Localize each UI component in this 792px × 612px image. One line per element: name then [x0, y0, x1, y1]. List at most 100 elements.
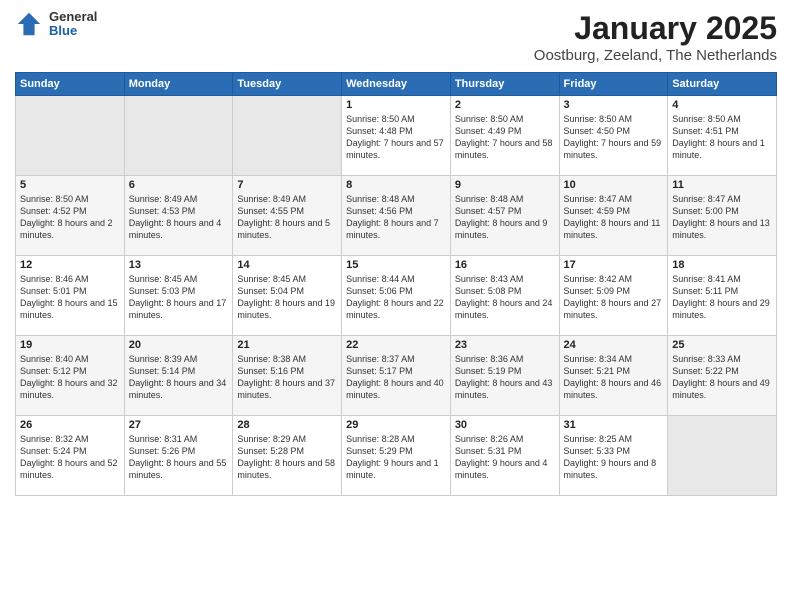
day-number: 26: [20, 419, 120, 431]
calendar-cell: 16 Sunrise: 8:43 AMSunset: 5:08 PMDayligh…: [450, 256, 559, 336]
calendar-cell: 23 Sunrise: 8:36 AMSunset: 5:19 PMDayligh…: [450, 336, 559, 416]
cell-text: Sunrise: 8:47 AMSunset: 4:59 PMDaylight:…: [564, 193, 664, 242]
day-number: 2: [455, 99, 555, 111]
cell-text: Sunrise: 8:34 AMSunset: 5:21 PMDaylight:…: [564, 353, 664, 402]
calendar-cell: 28Sunrise: 8:29 AMSunset: 5:28 PMDayligh…: [233, 416, 342, 496]
logo-general: General: [49, 10, 97, 24]
cell-text: Sunrise: 8:42 AMSunset: 5:09 PMDaylight:…: [564, 273, 664, 322]
calendar-week-5: 26 Sunrise: 8:32 AMSunset: 5:24 PMDayligh…: [16, 416, 777, 496]
calendar-cell: 2 Sunrise: 8:50 AMSunset: 4:49 PMDaylight…: [450, 96, 559, 176]
cell-text: Sunrise: 8:31 AMSunset: 5:26 PMDaylight:…: [129, 433, 229, 482]
calendar-cell: 4 Sunrise: 8:50 AMSunset: 4:51 PMDaylight…: [668, 96, 777, 176]
day-number: 8: [346, 179, 446, 191]
cell-text: Sunrise: 8:50 AMSunset: 4:49 PMDaylight:…: [455, 113, 555, 162]
cell-text: Sunrise: 8:45 AMSunset: 5:04 PMDaylight:…: [237, 273, 337, 322]
day-number: 1: [346, 99, 446, 111]
cell-text: Sunrise: 8:47 AMSunset: 5:00 PMDaylight:…: [672, 193, 772, 242]
day-number: 29: [346, 419, 446, 431]
calendar-cell: 29 Sunrise: 8:28 AMSunset: 5:29 PMDayligh…: [342, 416, 451, 496]
calendar-week-4: 19 Sunrise: 8:40 AMSunset: 5:12 PMDayligh…: [16, 336, 777, 416]
calendar-cell: 5Sunrise: 8:50 AMSunset: 4:52 PMDaylight…: [16, 176, 125, 256]
calendar-cell: 21 Sunrise: 8:38 AMSunset: 5:16 PMDayligh…: [233, 336, 342, 416]
day-number: 21: [237, 339, 337, 351]
weekday-header-friday: Friday: [559, 73, 668, 96]
day-number: 4: [672, 99, 772, 111]
calendar-cell: 14Sunrise: 8:45 AMSunset: 5:04 PMDayligh…: [233, 256, 342, 336]
day-number: 3: [564, 99, 664, 111]
cell-text: Sunrise: 8:33 AMSunset: 5:22 PMDaylight:…: [672, 353, 772, 402]
weekday-row: SundayMondayTuesdayWednesdayThursdayFrid…: [16, 73, 777, 96]
day-number: 28: [237, 419, 337, 431]
day-number: 24: [564, 339, 664, 351]
day-number: 12: [20, 259, 120, 271]
cell-text: Sunrise: 8:50 AMSunset: 4:52 PMDaylight:…: [20, 193, 120, 242]
cell-text: Sunrise: 8:38 AMSunset: 5:16 PMDaylight:…: [237, 353, 337, 402]
calendar-cell: 13Sunrise: 8:45 AMSunset: 5:03 PMDayligh…: [124, 256, 233, 336]
day-number: 31: [564, 419, 664, 431]
logo-blue: Blue: [49, 24, 97, 38]
month-title: January 2025: [534, 10, 777, 47]
cell-text: Sunrise: 8:28 AMSunset: 5:29 PMDaylight:…: [346, 433, 446, 482]
day-number: 15: [346, 259, 446, 271]
cell-text: Sunrise: 8:25 AMSunset: 5:33 PMDaylight:…: [564, 433, 664, 482]
day-number: 9: [455, 179, 555, 191]
logo: General Blue: [15, 10, 97, 39]
calendar-cell: 15 Sunrise: 8:44 AMSunset: 5:06 PMDayligh…: [342, 256, 451, 336]
calendar-cell: 22Sunrise: 8:37 AMSunset: 5:17 PMDayligh…: [342, 336, 451, 416]
calendar-cell: 9 Sunrise: 8:48 AMSunset: 4:57 PMDaylight…: [450, 176, 559, 256]
day-number: 16: [455, 259, 555, 271]
page-header: General Blue January 2025 Oostburg, Zeel…: [15, 10, 777, 64]
cell-text: Sunrise: 8:36 AMSunset: 5:19 PMDaylight:…: [455, 353, 555, 402]
cell-text: Sunrise: 8:48 AMSunset: 4:57 PMDaylight:…: [455, 193, 555, 242]
calendar-cell: 19 Sunrise: 8:40 AMSunset: 5:12 PMDayligh…: [16, 336, 125, 416]
calendar-cell: [16, 96, 125, 176]
cell-text: Sunrise: 8:50 AMSunset: 4:51 PMDaylight:…: [672, 113, 772, 162]
calendar-cell: 17 Sunrise: 8:42 AMSunset: 5:09 PMDayligh…: [559, 256, 668, 336]
calendar-cell: 30 Sunrise: 8:26 AMSunset: 5:31 PMDayligh…: [450, 416, 559, 496]
logo-icon: [15, 10, 43, 38]
weekday-header-sunday: Sunday: [16, 73, 125, 96]
day-number: 7: [237, 179, 337, 191]
calendar-week-3: 12 Sunrise: 8:46 AMSunset: 5:01 PMDayligh…: [16, 256, 777, 336]
calendar-cell: 3 Sunrise: 8:50 AMSunset: 4:50 PMDaylight…: [559, 96, 668, 176]
calendar-cell: 26 Sunrise: 8:32 AMSunset: 5:24 PMDayligh…: [16, 416, 125, 496]
calendar-week-1: 1 Sunrise: 8:50 AMSunset: 4:48 PMDaylight…: [16, 96, 777, 176]
cell-text: Sunrise: 8:41 AMSunset: 5:11 PMDaylight:…: [672, 273, 772, 322]
cell-text: Sunrise: 8:50 AMSunset: 4:48 PMDaylight:…: [346, 113, 446, 162]
cell-text: Sunrise: 8:26 AMSunset: 5:31 PMDaylight:…: [455, 433, 555, 482]
calendar-cell: 12 Sunrise: 8:46 AMSunset: 5:01 PMDayligh…: [16, 256, 125, 336]
day-number: 18: [672, 259, 772, 271]
cell-text: Sunrise: 8:50 AMSunset: 4:50 PMDaylight:…: [564, 113, 664, 162]
calendar-cell: [233, 96, 342, 176]
day-number: 10: [564, 179, 664, 191]
cell-text: Sunrise: 8:43 AMSunset: 5:08 PMDaylight:…: [455, 273, 555, 322]
calendar-cell: 31 Sunrise: 8:25 AMSunset: 5:33 PMDayligh…: [559, 416, 668, 496]
calendar-cell: 25 Sunrise: 8:33 AMSunset: 5:22 PMDayligh…: [668, 336, 777, 416]
calendar-cell: 18 Sunrise: 8:41 AMSunset: 5:11 PMDayligh…: [668, 256, 777, 336]
day-number: 30: [455, 419, 555, 431]
calendar-week-2: 5Sunrise: 8:50 AMSunset: 4:52 PMDaylight…: [16, 176, 777, 256]
day-number: 20: [129, 339, 229, 351]
title-area: January 2025 Oostburg, Zeeland, The Neth…: [534, 10, 777, 64]
day-number: 23: [455, 339, 555, 351]
day-number: 6: [129, 179, 229, 191]
cell-text: Sunrise: 8:40 AMSunset: 5:12 PMDaylight:…: [20, 353, 120, 402]
day-number: 25: [672, 339, 772, 351]
cell-text: Sunrise: 8:32 AMSunset: 5:24 PMDaylight:…: [20, 433, 120, 482]
cell-text: Sunrise: 8:44 AMSunset: 5:06 PMDaylight:…: [346, 273, 446, 322]
cell-text: Sunrise: 8:46 AMSunset: 5:01 PMDaylight:…: [20, 273, 120, 322]
cell-text: Sunrise: 8:49 AMSunset: 4:55 PMDaylight:…: [237, 193, 337, 242]
location: Oostburg, Zeeland, The Netherlands: [534, 47, 777, 64]
day-number: 17: [564, 259, 664, 271]
calendar-cell: 24 Sunrise: 8:34 AMSunset: 5:21 PMDayligh…: [559, 336, 668, 416]
day-number: 22: [346, 339, 446, 351]
calendar-cell: [668, 416, 777, 496]
day-number: 19: [20, 339, 120, 351]
weekday-header-wednesday: Wednesday: [342, 73, 451, 96]
cell-text: Sunrise: 8:48 AMSunset: 4:56 PMDaylight:…: [346, 193, 446, 242]
calendar-body: 1 Sunrise: 8:50 AMSunset: 4:48 PMDaylight…: [16, 96, 777, 496]
calendar-table: SundayMondayTuesdayWednesdayThursdayFrid…: [15, 72, 777, 496]
day-number: 13: [129, 259, 229, 271]
calendar-cell: 8 Sunrise: 8:48 AMSunset: 4:56 PMDaylight…: [342, 176, 451, 256]
day-number: 11: [672, 179, 772, 191]
